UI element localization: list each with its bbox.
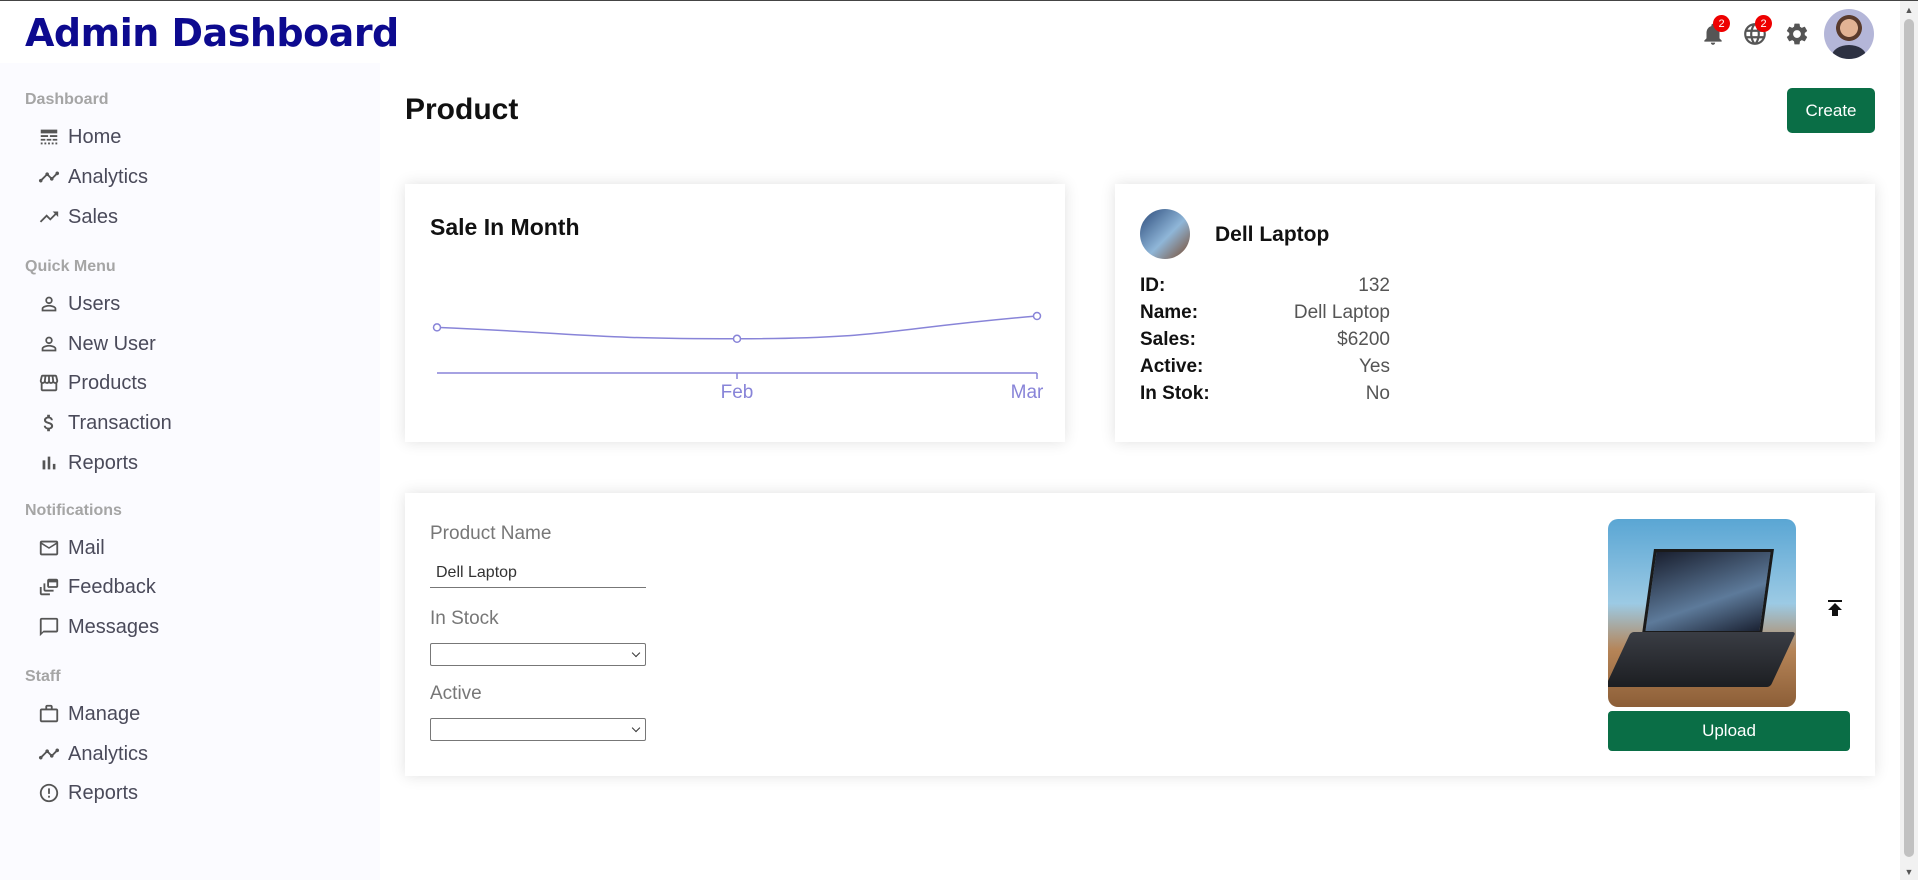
sales-line-chart: Feb Mar [432, 311, 1044, 403]
sales-chart-card: Sale In Month Feb Mar [405, 184, 1065, 442]
person-icon [41, 336, 57, 352]
in-stock-select[interactable] [430, 643, 646, 666]
sidebar-item-feedback[interactable]: Feedback [38, 573, 156, 601]
sidebar-item-new-user[interactable]: New User [38, 330, 156, 358]
info-row-active: Active: Yes [1140, 356, 1390, 378]
page-scrollbar[interactable]: ▲ ▼ [1900, 1, 1918, 880]
sidebar-item-label: Reports [68, 451, 139, 474]
dynamic-feed-icon [39, 578, 59, 596]
sidebar-item-users[interactable]: Users [38, 290, 120, 318]
sidebar-section-staff: Staff [25, 668, 61, 685]
page: Admin Dashboard 2 2 Dashboard Home Analy… [0, 0, 1918, 880]
app-title: Admin Dashboard [25, 11, 399, 55]
avatar[interactable] [1824, 9, 1874, 59]
sidebar-section-dashboard: Dashboard [25, 91, 109, 108]
info-row-name: Name: Dell Laptop [1140, 302, 1390, 324]
info-key: In Stok: [1140, 383, 1210, 404]
in-stock-label: In Stock [430, 608, 499, 629]
x-tick-label: Feb [721, 382, 754, 403]
scrollbar-thumb[interactable] [1904, 19, 1914, 857]
info-row-sales: Sales: $6200 [1140, 329, 1390, 351]
info-value: $6200 [1337, 329, 1390, 350]
product-info-card: Dell Laptop ID: 132 Name: Dell Laptop Sale… [1115, 184, 1875, 442]
sidebar-item-label: Transaction [68, 411, 172, 434]
info-key: Active: [1140, 356, 1204, 377]
sidebar-item-transaction[interactable]: Transaction [38, 409, 172, 437]
info-key: Name: [1140, 302, 1199, 323]
work-icon [39, 704, 59, 723]
scroll-down-icon[interactable]: ▼ [1904, 867, 1914, 877]
data-point-mar [1032, 311, 1042, 321]
info-value: Yes [1359, 356, 1390, 377]
trending-up-icon [39, 211, 59, 223]
publish-icon[interactable] [1823, 596, 1847, 620]
person-icon [41, 296, 57, 312]
sidebar-item-sales[interactable]: Sales [38, 203, 118, 231]
create-button[interactable]: Create [1787, 88, 1875, 133]
sidebar-item-reports[interactable]: Reports [38, 449, 138, 477]
sidebar-item-staff-analytics[interactable]: Analytics [38, 740, 148, 768]
sidebar-item-products[interactable]: Products [38, 369, 147, 397]
info-row-id: ID: 132 [1140, 275, 1390, 297]
sidebar-item-label: Sales [68, 205, 119, 228]
info-key: Sales: [1140, 329, 1196, 350]
info-value: Dell Laptop [1293, 302, 1390, 323]
mail-icon [39, 540, 59, 556]
language-icon[interactable]: 2 [1740, 15, 1772, 49]
notifications-badge: 2 [1713, 15, 1730, 32]
chat-bubble-icon [39, 617, 59, 637]
settings-icon[interactable] [1782, 19, 1812, 49]
notifications-icon[interactable]: 2 [1698, 15, 1730, 49]
info-value: 132 [1358, 275, 1390, 296]
product-name-input[interactable] [430, 558, 646, 588]
sidebar-item-label: Home [68, 125, 122, 148]
active-select[interactable] [430, 718, 646, 741]
sidebar-item-label: Mail [68, 536, 105, 559]
topbar: Admin Dashboard 2 2 [0, 1, 1900, 63]
scroll-up-icon[interactable]: ▲ [1904, 5, 1914, 15]
sidebar-item-label: Analytics [68, 165, 149, 188]
bar-chart-icon [42, 456, 56, 470]
sidebar-item-manage[interactable]: Manage [38, 700, 140, 728]
sidebar-item-label: Reports [68, 781, 139, 804]
product-thumbnail [1140, 209, 1190, 259]
data-point-feb [732, 334, 742, 344]
line-style-icon [40, 129, 58, 145]
sidebar-item-mail[interactable]: Mail [38, 534, 105, 562]
sidebar-item-label: Manage [68, 702, 141, 725]
info-row-in-stock: In Stok: No [1140, 383, 1390, 405]
sidebar-item-label: Analytics [68, 742, 149, 765]
report-icon [39, 783, 59, 803]
storefront-icon [39, 374, 59, 392]
x-tick-label: Mar [1011, 382, 1044, 403]
upload-button[interactable]: Upload [1608, 711, 1850, 751]
sidebar-item-label: Messages [68, 615, 160, 638]
language-badge: 2 [1755, 15, 1772, 32]
sidebar-item-label: New User [68, 332, 156, 355]
sidebar-item-label: Users [68, 292, 121, 315]
info-value: No [1365, 383, 1390, 404]
product-edit-form: Product Name In Stock Active Upload [405, 493, 1875, 776]
top-icons: 2 2 [1686, 9, 1874, 59]
timeline-icon [38, 171, 60, 183]
dollar-icon [43, 414, 54, 432]
sidebar-section-quick-menu: Quick Menu [25, 258, 116, 275]
product-image [1608, 519, 1796, 707]
product-name: Dell Laptop [1215, 223, 1330, 246]
sidebar-item-analytics[interactable]: Analytics [38, 163, 148, 191]
info-key: ID: [1140, 275, 1166, 296]
sidebar: Dashboard Home Analytics Sales Quick Men… [0, 63, 380, 880]
active-label: Active [430, 683, 482, 704]
sidebar-section-notifications: Notifications [25, 502, 122, 519]
sidebar-item-label: Feedback [68, 575, 156, 598]
sidebar-item-staff-reports[interactable]: Reports [38, 779, 138, 807]
data-point-jan [432, 323, 442, 332]
timeline-icon [38, 748, 60, 760]
sidebar-item-home[interactable]: Home [38, 123, 121, 151]
sidebar-item-messages[interactable]: Messages [38, 613, 159, 641]
sidebar-item-label: Products [68, 371, 147, 394]
page-title: Product [405, 93, 519, 126]
product-name-label: Product Name [430, 523, 552, 544]
